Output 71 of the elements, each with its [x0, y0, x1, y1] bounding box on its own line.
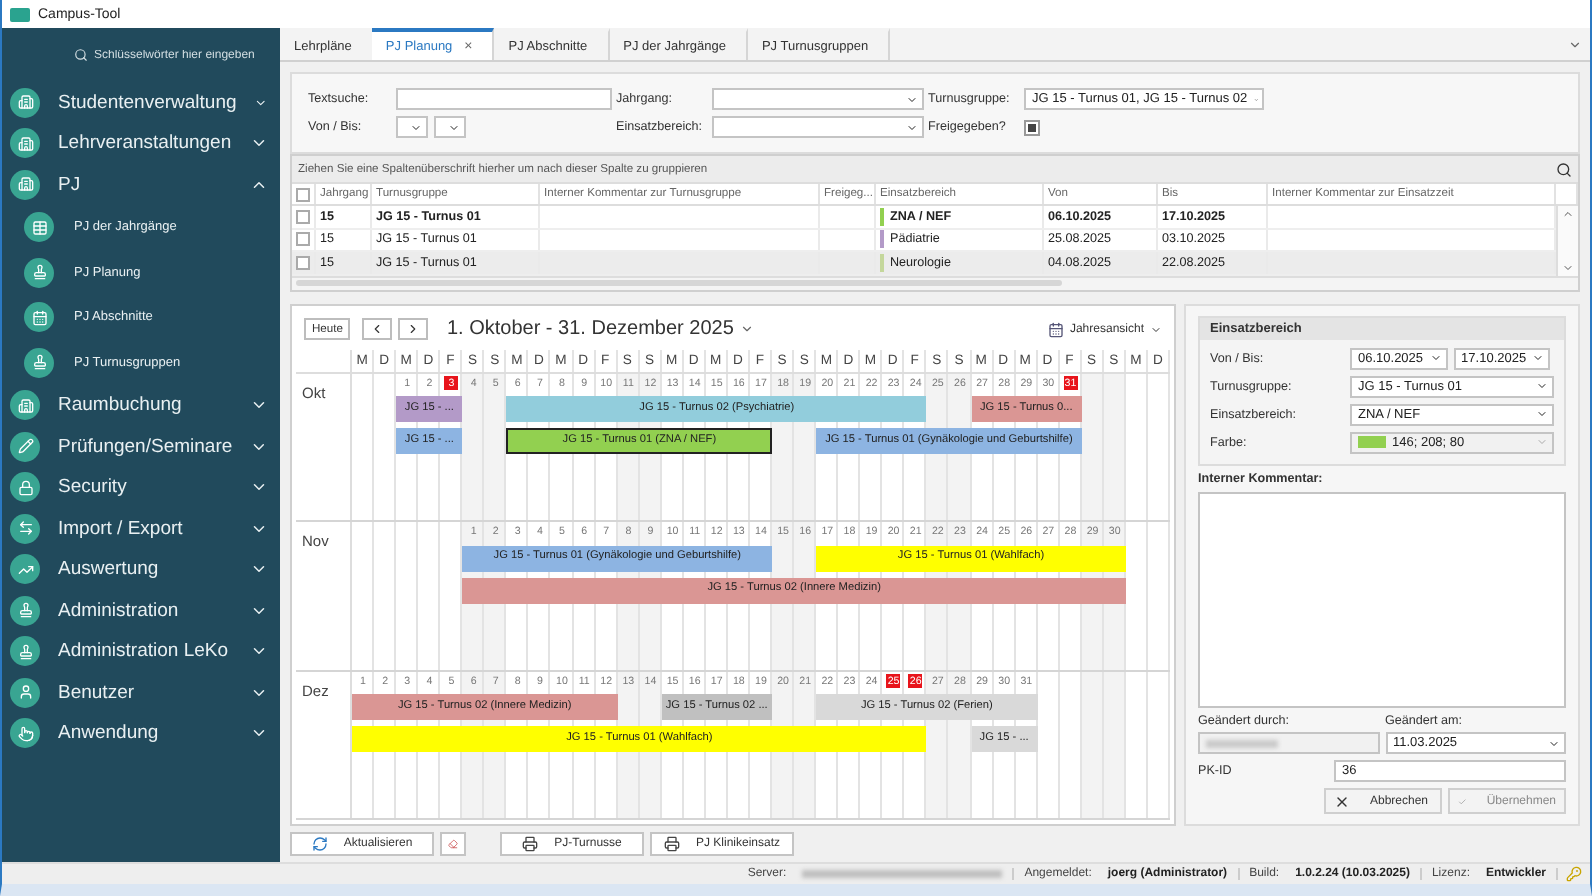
pencil-icon: [10, 431, 40, 462]
checkbox[interactable]: [1024, 119, 1040, 135]
caret-icon: [1150, 323, 1162, 335]
eraser-icon: [448, 836, 458, 852]
nav-item[interactable]: Auswertung: [2, 549, 280, 590]
text-search-field[interactable]: [396, 88, 612, 110]
caret-icon: [906, 121, 918, 133]
search-icon[interactable]: [1556, 161, 1572, 177]
dropdown[interactable]: [712, 116, 924, 138]
chart-icon: [10, 554, 40, 585]
caret-icon: [1548, 737, 1560, 749]
eraser-button[interactable]: [440, 832, 466, 856]
key-icon: [1566, 866, 1582, 882]
chevron-left-icon: [370, 322, 385, 336]
search-icon: [74, 48, 88, 62]
calendar-icon: [24, 302, 54, 333]
caret-icon[interactable]: [1568, 37, 1582, 51]
nav-item[interactable]: Import / Export: [2, 508, 280, 549]
caret-icon: [1536, 380, 1548, 392]
building-icon: [10, 128, 40, 159]
check-icon: [1458, 793, 1467, 809]
checkbox[interactable]: [296, 187, 310, 201]
nav-item[interactable]: Prüfungen/Seminare: [2, 426, 280, 467]
nav-item[interactable]: Anwendung: [2, 713, 280, 754]
nav-item[interactable]: Benutzer: [2, 672, 280, 713]
caret-icon: [1536, 436, 1548, 448]
printer-icon: [522, 836, 539, 852]
caret-icon: [1429, 352, 1442, 364]
caret-icon[interactable]: [739, 322, 754, 336]
lock-icon: [10, 472, 40, 503]
arrows-icon: [10, 513, 40, 544]
caret-icon: [906, 93, 918, 105]
stamp-icon: [24, 257, 54, 288]
scroll-up-icon[interactable]: [1562, 208, 1574, 220]
nav-item[interactable]: Administration LeKo: [2, 631, 280, 672]
caret-icon: [448, 121, 460, 133]
caret-icon: [1536, 408, 1548, 420]
next-button[interactable]: [398, 318, 429, 340]
nav-item[interactable]: Raumbuchung: [2, 385, 280, 426]
refresh-icon: [311, 836, 328, 852]
date-range-title: 1. Oktober - 31. Dezember 2025: [446, 318, 734, 340]
checkbox[interactable]: [296, 232, 310, 247]
comment-field[interactable]: [1198, 491, 1566, 708]
stamp-icon: [10, 595, 40, 626]
caret-icon: [410, 121, 422, 133]
calendar-icon: [1047, 321, 1064, 337]
nav-item[interactable]: Administration: [2, 590, 280, 631]
close-icon: [1334, 793, 1350, 809]
checkbox[interactable]: [296, 209, 310, 224]
date-dropdown[interactable]: [434, 116, 466, 138]
table-icon: [24, 212, 54, 243]
stamp-icon: [10, 636, 40, 667]
hand-icon: [10, 718, 40, 749]
nav-item[interactable]: Lehrveranstaltungen: [2, 123, 280, 164]
chevron-right-icon: [406, 322, 421, 336]
user-icon: [10, 677, 40, 708]
nav-item[interactable]: Studentenverwaltung: [2, 82, 280, 123]
dropdown[interactable]: [712, 88, 924, 110]
caret-icon: [1532, 352, 1545, 364]
app-logo: [10, 7, 30, 21]
date-dropdown[interactable]: [396, 116, 428, 138]
nav-item[interactable]: PJ: [2, 164, 280, 205]
nav-item[interactable]: Security: [2, 467, 280, 508]
building-icon: [10, 169, 40, 200]
printer-icon: [663, 836, 680, 852]
previous-button[interactable]: [362, 318, 393, 340]
building-icon: [10, 87, 40, 118]
building-icon: [10, 390, 40, 421]
scroll-down-icon[interactable]: [1562, 261, 1574, 273]
stamp-icon: [24, 347, 54, 378]
checkbox[interactable]: [296, 255, 310, 270]
